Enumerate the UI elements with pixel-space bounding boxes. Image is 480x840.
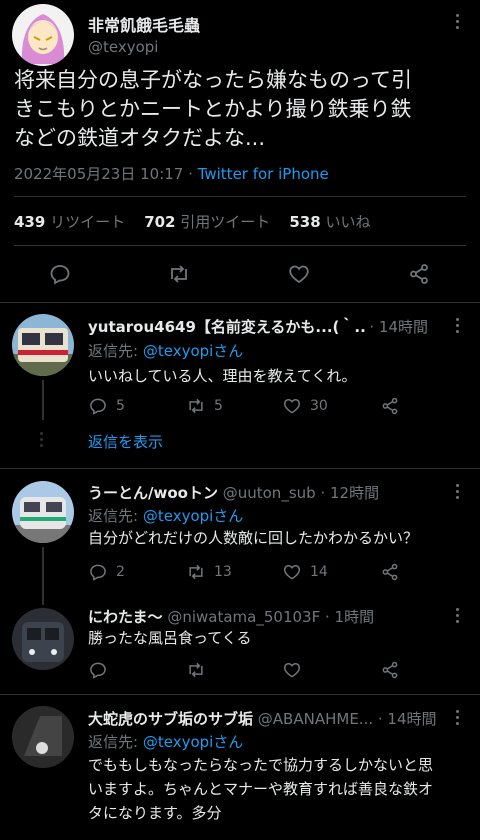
tweet-text: 将来自分の息子がなったら嫌なものって引 きこもりとかニートとかより撮り鉄乗り鉄 … [14,68,412,150]
share-icon [380,660,400,680]
like-icon[interactable] [287,262,311,286]
retweets-stat[interactable]: 439 リツイート [14,213,125,231]
author-avatar[interactable] [12,4,74,66]
thread-line [42,380,44,420]
retweet-icon [186,396,206,416]
reply-to: 返信先: @texyopiさん [88,507,244,525]
like-button[interactable]: 14 [282,562,328,582]
reply-author-name[interactable]: にわたま〜 [88,608,163,626]
more-icon[interactable] [456,14,460,32]
reply-avatar[interactable] [12,608,74,670]
reply-to-handle[interactable]: @texyopiさん [143,507,243,525]
reply-button[interactable]: 2 [88,562,125,582]
reply-header: 大蛇虎のサブ垢のサブ垢 @ABANAHME... · 14時間 [88,708,448,729]
divider [14,245,466,246]
reply-icon [88,660,108,680]
show-replies-link[interactable]: 返信を表示 [88,431,163,452]
reply-text: でももしもなったらなったで協力するしかないと思 いますよ。ちゃんとマナーや教育す… [88,756,434,822]
reply-text: 勝ったな風呂食ってくる [88,629,252,647]
reply-text: いいねしている人、理由を教えてくれ。 [88,367,357,385]
reply-header: にわたま〜 @niwatama_50103F · 1時間 [88,606,374,627]
thread-dots [40,432,43,447]
reply-avatar[interactable] [12,706,74,768]
more-icon[interactable] [456,484,460,502]
reply-author-name[interactable]: うーとん/wooトン [88,484,218,502]
reply-avatar[interactable] [12,314,74,376]
share-button[interactable] [380,562,400,582]
reply-to: 返信先: @texyopiさん [88,733,244,751]
reply-avatar[interactable] [12,481,74,543]
share-button[interactable] [380,396,400,416]
thread-line [42,547,44,605]
retweet-button[interactable]: 5 [186,396,223,416]
like-button[interactable] [282,660,302,680]
reply-author-name[interactable]: yutarou4649【名前変えるかも...(｀... [88,318,371,336]
tweet-stats: 439 リツイート 702 引用ツイート 538 いいね [14,211,370,232]
more-icon[interactable] [456,318,460,336]
reply-time[interactable]: · 14時間 [365,316,428,337]
retweet-button[interactable]: 13 [186,562,232,582]
reply-time[interactable]: · 12時間 [320,484,379,502]
tweet-source[interactable]: Twitter for iPhone [198,165,329,183]
like-icon [282,562,302,582]
retweet-button[interactable] [186,660,206,680]
like-icon [282,396,302,416]
reply-to-handle[interactable]: @texyopiさん [143,733,243,751]
retweet-icon[interactable] [167,262,191,286]
reply-time[interactable]: · 1時間 [325,608,374,626]
reply-button[interactable] [88,660,108,680]
divider [14,196,466,197]
reply-text: 自分がどれだけの人数敵に回したかわかるかい？ [88,529,419,547]
reply-to: 返信先: @texyopiさん [88,342,244,360]
divider [0,468,480,469]
tweet-meta: 2022年05月23日 10:17 · Twitter for iPhone [14,165,329,183]
share-button[interactable] [380,660,400,680]
retweet-icon [186,660,206,680]
likes-stat[interactable]: 538 いいね [289,213,370,231]
reply-author-handle[interactable]: @uuton_sub [223,484,316,502]
reply-header: うーとん/wooトン @uuton_sub · 12時間 [88,482,379,503]
author-display-name[interactable]: 非常飢餓毛毛蟲 [88,12,200,36]
like-button[interactable]: 30 [282,396,328,416]
reply-icon [88,396,108,416]
reply-time[interactable]: · 14時間 [378,710,437,728]
reply-icon[interactable] [48,262,72,286]
author-handle[interactable]: @texyopi [88,38,158,56]
quotes-stat[interactable]: 702 引用ツイート [144,213,270,231]
reply-author-handle[interactable]: @ABANAHME... [258,710,373,728]
reply-header: yutarou4649【名前変えるかも...(｀... · 14時間 [88,316,428,337]
divider [0,694,480,695]
share-icon[interactable] [407,262,431,286]
reply-author-name[interactable]: 大蛇虎のサブ垢のサブ垢 [88,710,253,728]
retweet-icon [186,562,206,582]
divider [0,302,480,303]
like-icon [282,660,302,680]
share-icon [380,562,400,582]
reply-button[interactable]: 5 [88,396,125,416]
reply-to-handle[interactable]: @texyopiさん [143,342,243,360]
more-icon[interactable] [456,710,460,728]
reply-icon [88,562,108,582]
tweet-date[interactable]: 2022年05月23日 10:17 [14,165,183,183]
more-icon[interactable] [456,608,460,626]
share-icon [380,396,400,416]
reply-author-handle[interactable]: @niwatama_50103F [167,608,320,626]
